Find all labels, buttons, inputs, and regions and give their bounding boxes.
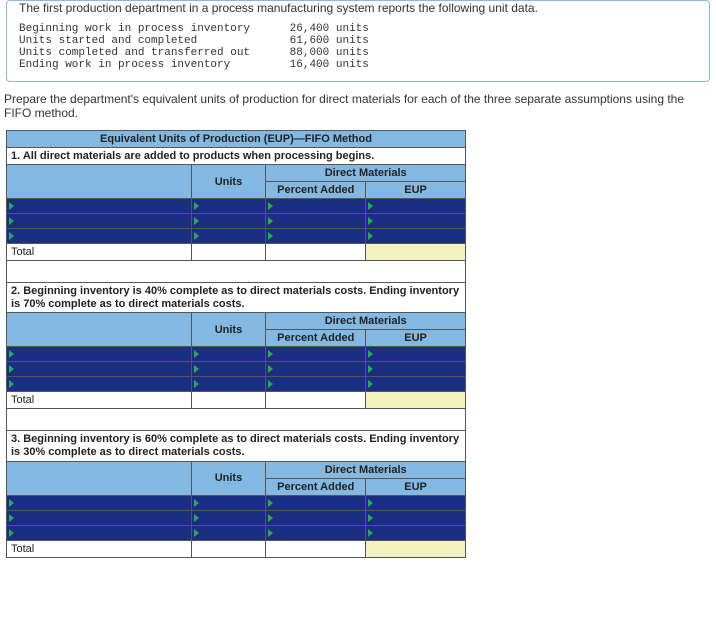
s2-r1-label-input[interactable] (7, 347, 192, 362)
s1-total-label: Total (7, 244, 192, 261)
s3-r1-label-input[interactable] (7, 495, 192, 510)
s2-total-eup-cell (366, 392, 466, 409)
s2-r3-pct-input[interactable] (266, 377, 366, 392)
s1-r2-label-input[interactable] (7, 214, 192, 229)
s1-r1-eup-input[interactable] (366, 199, 466, 214)
s2-input-row-2 (7, 362, 466, 377)
s1-r2-pct-input[interactable] (266, 214, 366, 229)
s1-r3-pct-input[interactable] (266, 229, 366, 244)
s1-r3-units-input[interactable] (191, 229, 266, 244)
s3-r2-pct-input[interactable] (266, 510, 366, 525)
s1-input-row-1 (7, 199, 466, 214)
dm-header-3: Direct Materials (266, 461, 466, 478)
s1-r3-eup-input[interactable] (366, 229, 466, 244)
s2-r2-eup-input[interactable] (366, 362, 466, 377)
s3-r3-pct-input[interactable] (266, 525, 366, 540)
spacer-1 (7, 261, 466, 283)
s2-r3-eup-input[interactable] (366, 377, 466, 392)
dm-header-2: Direct Materials (266, 313, 466, 330)
s3-r1-pct-input[interactable] (266, 495, 366, 510)
problem-statement-box: The first production department in a pro… (6, 0, 710, 82)
unit-data-line-3: Units completed and transferred out 88,0… (19, 47, 369, 59)
s1-r1-label-input[interactable] (7, 199, 192, 214)
section-1-heading: 1. All direct materials are added to pro… (7, 148, 466, 165)
s3-r1-units-input[interactable] (191, 495, 266, 510)
pct-header: Percent Added (266, 182, 366, 199)
s3-total-label: Total (7, 540, 192, 557)
s2-r1-pct-input[interactable] (266, 347, 366, 362)
pct-header-2: Percent Added (266, 330, 366, 347)
s3-input-row-1 (7, 495, 466, 510)
s1-total-row: Total (7, 244, 466, 261)
s2-r2-label-input[interactable] (7, 362, 192, 377)
s2-r2-units-input[interactable] (191, 362, 266, 377)
s1-r1-units-input[interactable] (191, 199, 266, 214)
s1-total-eup-cell (366, 244, 466, 261)
blank-header (7, 165, 192, 199)
s2-input-row-1 (7, 347, 466, 362)
instructions-text: Prepare the department's equivalent unit… (4, 92, 710, 120)
s2-r1-units-input[interactable] (191, 347, 266, 362)
eup-header-3: EUP (366, 478, 466, 495)
section-3-heading: 3. Beginning inventory is 60% complete a… (7, 431, 466, 461)
pct-header-3: Percent Added (266, 478, 366, 495)
section-2-heading-row: 2. Beginning inventory is 40% complete a… (7, 283, 466, 313)
s2-r2-pct-input[interactable] (266, 362, 366, 377)
unit-data-line-1: Beginning work in process inventory 26,4… (19, 23, 369, 35)
s2-r3-label-input[interactable] (7, 377, 192, 392)
s1-input-row-2 (7, 214, 466, 229)
s1-input-row-3 (7, 229, 466, 244)
eup-table: Equivalent Units of Production (EUP)—FIF… (6, 130, 466, 558)
dm-header: Direct Materials (266, 165, 466, 182)
section-1-heading-row: 1. All direct materials are added to pro… (7, 148, 466, 165)
s3-r3-eup-input[interactable] (366, 525, 466, 540)
s2-input-row-3 (7, 377, 466, 392)
s3-r2-label-input[interactable] (7, 510, 192, 525)
s2-total-pct-cell (266, 392, 366, 409)
section-1-header-row-1: Units Direct Materials (7, 165, 466, 182)
s3-r2-eup-input[interactable] (366, 510, 466, 525)
s3-r1-eup-input[interactable] (366, 495, 466, 510)
table-title: Equivalent Units of Production (EUP)—FIF… (7, 131, 466, 148)
section-3-header-row-1: Units Direct Materials (7, 461, 466, 478)
section-2-header-row-1: Units Direct Materials (7, 313, 466, 330)
s3-r3-label-input[interactable] (7, 525, 192, 540)
s2-r3-units-input[interactable] (191, 377, 266, 392)
unit-data-line-4: Ending work in process inventory 16,400 … (19, 59, 369, 71)
s1-total-pct-cell (266, 244, 366, 261)
s3-input-row-2 (7, 510, 466, 525)
blank-header-2 (7, 313, 192, 347)
unit-data-block: Beginning work in process inventory 26,4… (19, 23, 697, 71)
s3-r3-units-input[interactable] (191, 525, 266, 540)
s3-input-row-3 (7, 525, 466, 540)
s1-r2-units-input[interactable] (191, 214, 266, 229)
table-title-row: Equivalent Units of Production (EUP)—FIF… (7, 131, 466, 148)
eup-header: EUP (366, 182, 466, 199)
blank-header-3 (7, 461, 192, 495)
eup-header-2: EUP (366, 330, 466, 347)
s2-total-label: Total (7, 392, 192, 409)
units-header-2: Units (191, 313, 266, 347)
spacer-2 (7, 409, 466, 431)
s2-r1-eup-input[interactable] (366, 347, 466, 362)
s1-r3-label-input[interactable] (7, 229, 192, 244)
s2-total-units-input[interactable] (191, 392, 266, 409)
s1-r1-pct-input[interactable] (266, 199, 366, 214)
s2-total-row: Total (7, 392, 466, 409)
s1-total-units-input[interactable] (191, 244, 266, 261)
problem-intro-text: The first production department in a pro… (19, 1, 697, 15)
s3-r2-units-input[interactable] (191, 510, 266, 525)
unit-data-line-2: Units started and completed 61,600 units (19, 35, 369, 47)
section-2-heading: 2. Beginning inventory is 40% complete a… (7, 283, 466, 313)
units-header-3: Units (191, 461, 266, 495)
s3-total-units-input[interactable] (191, 540, 266, 557)
section-3-heading-row: 3. Beginning inventory is 60% complete a… (7, 431, 466, 461)
s3-total-row: Total (7, 540, 466, 557)
s3-total-pct-cell (266, 540, 366, 557)
s3-total-eup-cell (366, 540, 466, 557)
s1-r2-eup-input[interactable] (366, 214, 466, 229)
units-header: Units (191, 165, 266, 199)
